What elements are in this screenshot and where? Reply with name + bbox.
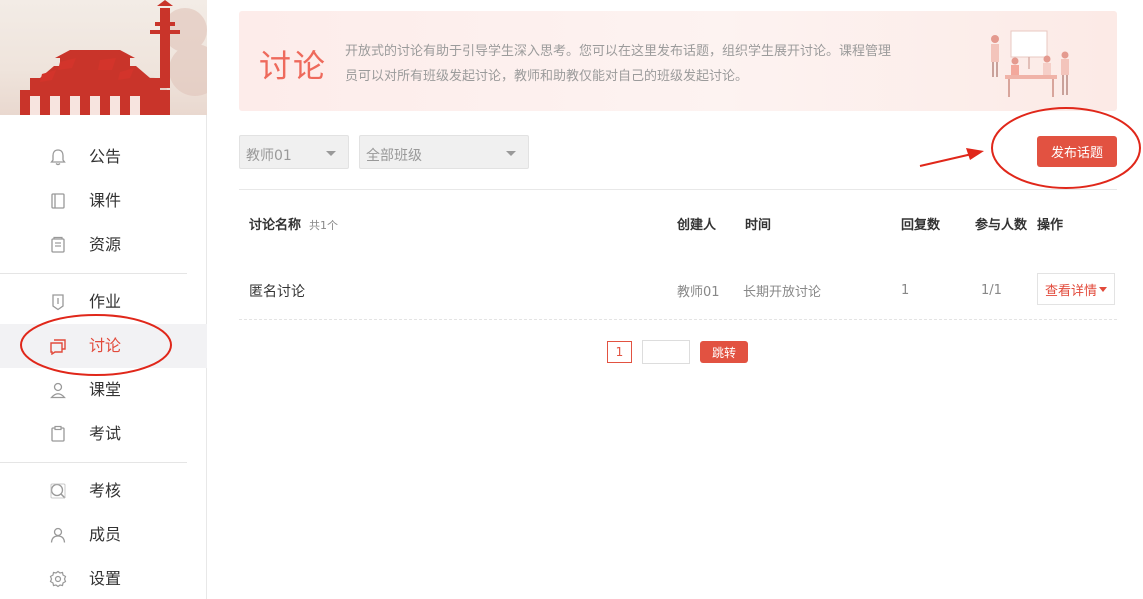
publish-topic-button[interactable]: 发布话题 bbox=[1037, 136, 1117, 167]
sidebar-item-label: 作业 bbox=[89, 292, 122, 311]
column-header-replies: 回复数 bbox=[901, 218, 941, 233]
sidebar-item-classroom[interactable]: 课堂 bbox=[0, 368, 207, 412]
nav-divider bbox=[0, 273, 187, 274]
view-details-label: 查看详情 bbox=[1045, 283, 1098, 299]
nav-divider bbox=[0, 462, 187, 463]
book-icon bbox=[51, 193, 65, 209]
sidebar-item-label: 课件 bbox=[89, 191, 122, 210]
jump-button[interactable]: 跳转 bbox=[700, 341, 748, 363]
column-header-name: 讨论名称 共1个 bbox=[249, 214, 338, 233]
page-title: 讨论 bbox=[259, 47, 328, 85]
teacher-select[interactable]: 教师01 bbox=[239, 135, 349, 169]
members-icon bbox=[50, 527, 66, 543]
assessment-icon bbox=[50, 483, 66, 499]
sidebar-item-label: 考核 bbox=[89, 481, 122, 500]
column-header-actions: 操作 bbox=[1037, 218, 1064, 233]
discussion-creator: 教师01 bbox=[677, 285, 720, 300]
chevron-down-icon bbox=[506, 151, 516, 156]
class-select[interactable]: 全部班级 bbox=[359, 135, 529, 169]
page-description-line: 员可以对所有班级发起讨论，教师和助教仅能对自己的班级发起讨论。 bbox=[345, 69, 749, 84]
discussion-name[interactable]: 匿名讨论 bbox=[249, 281, 305, 301]
sidebar-item-label: 资源 bbox=[89, 235, 122, 254]
sidebar-item-assessment[interactable]: 考核 bbox=[0, 469, 207, 513]
page-jump-input[interactable] bbox=[642, 340, 690, 364]
caret-down-icon bbox=[1099, 286, 1108, 292]
annotation-arrow-shaft bbox=[919, 153, 973, 167]
tiananmen-illustration bbox=[20, 0, 207, 115]
classroom-icon bbox=[50, 382, 66, 399]
view-details-button[interactable]: 查看详情 bbox=[1037, 273, 1115, 305]
column-header-name-label: 讨论名称 bbox=[249, 218, 302, 233]
sidebar-item-homework[interactable]: 作业 bbox=[0, 280, 207, 324]
sidebar: 公告 课件 资源 作业 讨论 课堂 考试 考核 成员 设置 bbox=[0, 0, 207, 599]
column-header-participants: 参与人数 bbox=[975, 218, 1028, 233]
sidebar-item-resources[interactable]: 资源 bbox=[0, 223, 207, 267]
class-select-value: 全部班级 bbox=[366, 148, 422, 164]
resource-icon bbox=[51, 236, 65, 253]
column-header-creator: 创建人 bbox=[677, 218, 717, 233]
sidebar-item-label: 考试 bbox=[89, 424, 122, 443]
sidebar-item-settings[interactable]: 设置 bbox=[0, 557, 207, 599]
sidebar-item-label: 公告 bbox=[89, 147, 122, 166]
bell-icon bbox=[50, 149, 66, 166]
sidebar-item-label: 讨论 bbox=[89, 336, 122, 355]
sidebar-item-discussion[interactable]: 讨论 bbox=[0, 324, 207, 368]
sidebar-item-members[interactable]: 成员 bbox=[0, 513, 207, 557]
pagination-page[interactable]: 1 bbox=[607, 341, 632, 363]
discussion-replies: 1 bbox=[901, 283, 910, 298]
teacher-select-value: 教师01 bbox=[246, 148, 292, 164]
sidebar-item-label: 课堂 bbox=[89, 380, 122, 399]
discussion-participants: 1/1 bbox=[981, 283, 1002, 298]
sidebar-nav: 公告 课件 资源 作业 讨论 课堂 考试 考核 成员 设置 bbox=[0, 135, 207, 599]
meeting-illustration bbox=[991, 30, 1069, 97]
sidebar-item-courseware[interactable]: 课件 bbox=[0, 179, 207, 223]
sidebar-item-announcement[interactable]: 公告 bbox=[0, 135, 207, 179]
page-description: 开放式的讨论有助于引导学生深入思考。您可以在这里发布话题，组织学生展开讨论。课程… bbox=[345, 39, 945, 89]
page: 公告 课件 资源 作业 讨论 课堂 考试 考核 成员 设置 讨论 开放式的讨论有… bbox=[0, 0, 1143, 599]
sidebar-item-exam[interactable]: 考试 bbox=[0, 412, 207, 456]
discussion-hero-banner: 讨论 开放式的讨论有助于引导学生深入思考。您可以在这里发布话题，组织学生展开讨论… bbox=[239, 11, 1117, 111]
arrow-right-icon bbox=[966, 148, 984, 160]
homework-icon bbox=[52, 294, 64, 311]
chat-icon bbox=[50, 339, 66, 355]
sidebar-item-label: 设置 bbox=[89, 569, 122, 588]
page-description-line: 开放式的讨论有助于引导学生深入思考。您可以在这里发布话题，组织学生展开讨论。课程… bbox=[345, 44, 892, 59]
gear-icon bbox=[49, 570, 67, 588]
row-divider bbox=[239, 319, 1117, 320]
discussion-time: 长期开放讨论 bbox=[743, 285, 822, 300]
exam-icon bbox=[51, 425, 65, 442]
toolbar-divider bbox=[239, 189, 1117, 190]
course-banner-image bbox=[0, 0, 207, 115]
column-header-time: 时间 bbox=[745, 218, 772, 233]
sidebar-item-label: 成员 bbox=[89, 525, 122, 544]
chevron-down-icon bbox=[326, 151, 336, 156]
discussion-count: 共1个 bbox=[309, 219, 339, 232]
